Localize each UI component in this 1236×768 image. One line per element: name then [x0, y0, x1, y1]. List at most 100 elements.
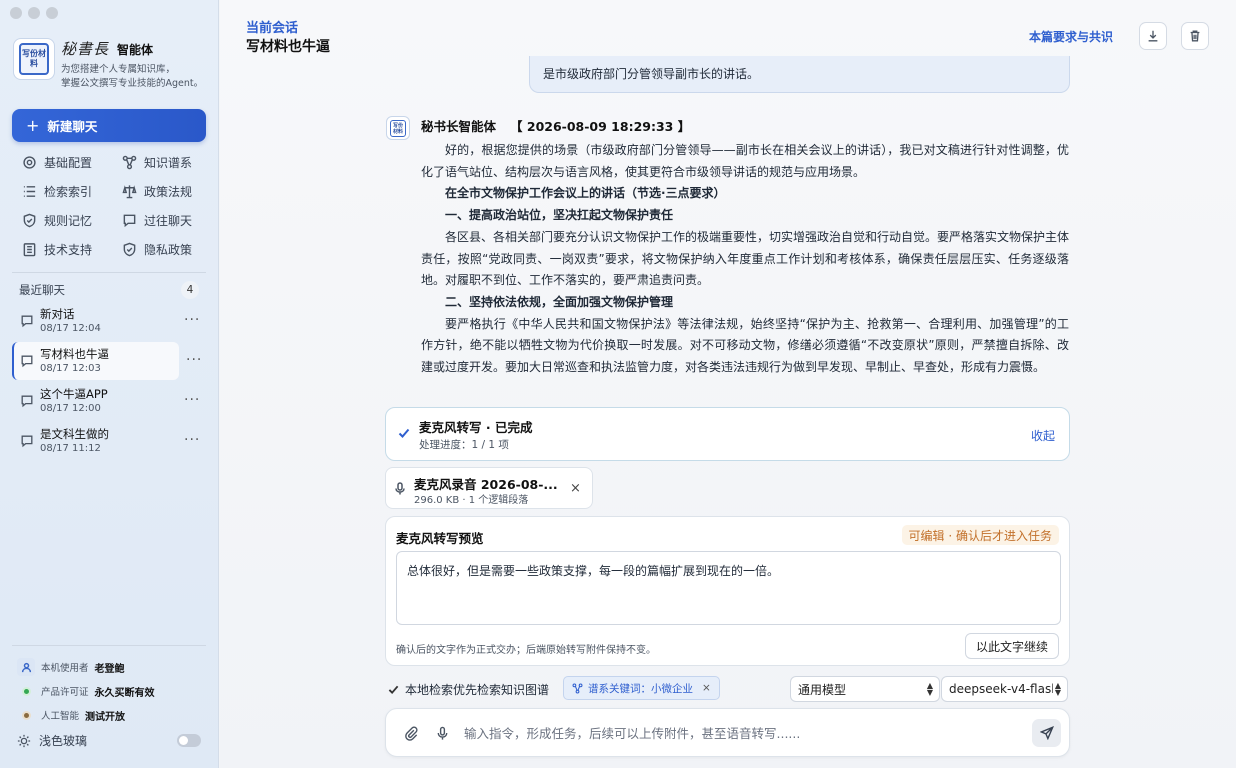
nav-label: 过往聊天	[144, 213, 193, 228]
nav-knowledge-graph[interactable]: 知识谱系	[122, 152, 212, 172]
nav-basic-config[interactable]: 基础配置	[22, 152, 122, 172]
minimize-window-button[interactable]	[28, 7, 40, 19]
chat-list-item[interactable]: 新对话 08/17 12:04 ···	[12, 302, 208, 340]
sidebar: 写份材料 秘書長 智能体 为您搭建个人专属知识库， 掌握公文撰写专业技能的Age…	[0, 0, 219, 768]
requirements-link[interactable]: 本篇要求与共识	[1029, 28, 1113, 45]
nav-rule-memory[interactable]: 规则记忆	[22, 210, 122, 230]
ai-status-dot-icon	[17, 712, 35, 718]
theme-toggle-row: 浅色玻璃	[17, 732, 201, 749]
send-button[interactable]	[1032, 719, 1061, 747]
microphone-icon	[437, 726, 448, 740]
remove-attachment-button[interactable]: ×	[570, 481, 581, 496]
nav-tech-support[interactable]: 技术支持	[22, 239, 122, 259]
brand-description-line1: 为您搭建个人专属知识库，	[61, 64, 176, 75]
message-paragraph: 各区县、各相关部门要充分认识文物保护工作的极端重要性，切实增强政治自觉和行动自觉…	[421, 229, 1070, 288]
theme-toggle[interactable]	[177, 734, 201, 747]
conversation-title: 写材料也牛逼	[246, 39, 330, 55]
license-label: 产品许可证	[41, 687, 89, 698]
user-info-row: 本机使用者 老登鲍	[17, 655, 207, 679]
close-window-button[interactable]	[10, 7, 22, 19]
assistant-avatar: 写份材料	[386, 116, 410, 140]
nav-privacy-policy[interactable]: 隐私政策	[122, 239, 212, 259]
license-value: 永久买断有效	[94, 687, 155, 699]
more-options-button[interactable]: ···	[184, 392, 200, 408]
recent-chat-list: 新对话 08/17 12:04 ··· 写材料也牛逼 08/17 12:03 ·…	[12, 302, 208, 462]
attach-button[interactable]	[404, 726, 419, 744]
user-icon	[17, 658, 35, 676]
model-type-select[interactable]: 通用模型 ▲ ▼	[790, 676, 940, 702]
nav-policy-law[interactable]: 政策法规	[122, 181, 212, 201]
prompt-input[interactable]	[464, 722, 1004, 744]
status-title: 麦克风转写 · 已完成	[419, 420, 533, 435]
transcription-textarea[interactable]	[396, 551, 1061, 625]
chat-time: 08/17 11:12	[40, 443, 101, 454]
send-icon	[1039, 726, 1054, 740]
conversation-header: 当前会话 写材料也牛逼 本篇要求与共识	[220, 0, 1236, 64]
nav-label: 知识谱系	[144, 155, 193, 170]
download-icon	[1148, 30, 1158, 42]
brand-description-line2: 掌握公文撰写专业技能的Agent。	[61, 78, 204, 89]
sun-icon	[17, 734, 31, 747]
nav-label: 政策法规	[144, 184, 193, 199]
brand-script-name: 秘書長	[61, 40, 110, 58]
download-button[interactable]	[1139, 22, 1167, 50]
ai-label: 人工智能	[41, 711, 80, 722]
chat-list-item[interactable]: 这个牛逼APP 08/17 12:00 ···	[12, 382, 208, 420]
message-heading: 二、坚持依法依规，全面加强文物保护管理	[445, 294, 674, 309]
audio-attachment-card: 麦克风录音 2026-08-... 296.0 KB · 1 个逻辑段落 ×	[385, 467, 593, 509]
recent-chats-header: 最近聊天 4	[19, 281, 199, 299]
attachment-meta: 296.0 KB · 1 个逻辑段落	[414, 495, 529, 506]
chat-list-item-active[interactable]: 写材料也牛逼 08/17 12:03 ···	[12, 342, 201, 380]
more-options-button[interactable]: ···	[186, 352, 202, 368]
brand: 写份材料 秘書長 智能体 为您搭建个人专属知识库， 掌握公文撰写专业技能的Age…	[13, 38, 203, 91]
more-options-button[interactable]: ···	[184, 432, 200, 448]
chat-list-item[interactable]: 是文科生做的 08/17 11:12 ···	[12, 422, 208, 460]
list-icon	[23, 185, 36, 197]
recent-chats-count-badge: 4	[181, 281, 199, 299]
editable-badge: 可编辑 · 确认后才进入任务	[901, 525, 1059, 545]
license-info-row: 产品许可证 永久买断有效	[17, 679, 207, 703]
composer-bar	[385, 708, 1070, 757]
new-chat-button[interactable]: + 新建聊天	[12, 109, 206, 142]
keyword-chip-label: 谱系关键词：小微企业	[588, 682, 693, 695]
nav-past-chats[interactable]: 过往聊天	[122, 210, 212, 230]
theme-label: 浅色玻璃	[39, 734, 88, 748]
model-name-value: deepseek-v4-flash	[949, 682, 1053, 696]
chat-title: 写材料也牛逼	[40, 347, 109, 361]
nav-label: 基础配置	[44, 155, 93, 170]
nav-search-index[interactable]: 检索索引	[22, 181, 122, 201]
user-label: 本机使用者	[41, 663, 89, 674]
message-paragraph: 要严格执行《中华人民共和国文物保护法》等法律法规，始终坚持“保护为主、抢救第一、…	[421, 316, 1069, 375]
checkmark-icon	[388, 685, 399, 695]
sidebar-divider	[12, 645, 206, 646]
scale-icon	[122, 184, 137, 198]
app-logo: 写份材料	[13, 38, 55, 80]
transcription-status-card: 麦克风转写 · 已完成 处理进度：1 / 1 项 收起	[385, 407, 1070, 461]
select-arrows-icon: ▲ ▼	[1054, 681, 1061, 697]
local-search-label: 本地检索优先检索知识图谱	[405, 683, 550, 697]
nav-label: 隐私政策	[144, 242, 193, 257]
nav-label: 规则记忆	[44, 213, 93, 228]
more-options-button[interactable]: ···	[184, 312, 200, 328]
brand-agent-label: 智能体	[117, 43, 154, 57]
chat-time: 08/17 12:00	[40, 403, 101, 414]
collapse-button[interactable]: 收起	[1031, 427, 1055, 444]
delete-button[interactable]	[1181, 22, 1209, 50]
message-paragraph: 好的，根据您提供的场景（市级政府部门分管领导——副市长在相关会议上的讲话），我已…	[421, 143, 1069, 179]
status-progress: 处理进度：1 / 1 项	[419, 439, 509, 451]
recent-chats-label: 最近聊天	[19, 283, 65, 297]
voice-input-button[interactable]	[435, 726, 450, 744]
continue-with-text-button[interactable]: 以此文字继续	[964, 633, 1059, 659]
user-value: 老登鲍	[94, 663, 125, 675]
graph-icon	[572, 683, 583, 693]
zoom-window-button[interactable]	[46, 7, 58, 19]
message-heading: 在全市文物保护工作会议上的讲话（节选·三点要求）	[445, 186, 726, 201]
brand-description: 为您搭建个人专属知识库， 掌握公文撰写专业技能的Agent。	[61, 63, 203, 91]
header-subtitle: 当前会话	[246, 21, 299, 36]
model-name-select[interactable]: deepseek-v4-flash ▲ ▼	[941, 676, 1068, 702]
remove-keyword-button[interactable]: ×	[702, 682, 711, 694]
local-search-checkbox[interactable]: 本地检索优先检索知识图谱	[388, 681, 549, 698]
assistant-message-body: 好的，根据您提供的场景（市级政府部门分管领导——副市长在相关会议上的讲话），我已…	[421, 140, 1069, 379]
keyword-chip[interactable]: 谱系关键词：小微企业 ×	[563, 676, 720, 700]
transcription-preview-card: 麦克风转写预览 可编辑 · 确认后才进入任务 确认后的文字作为正式交办；后端原始…	[385, 516, 1070, 666]
